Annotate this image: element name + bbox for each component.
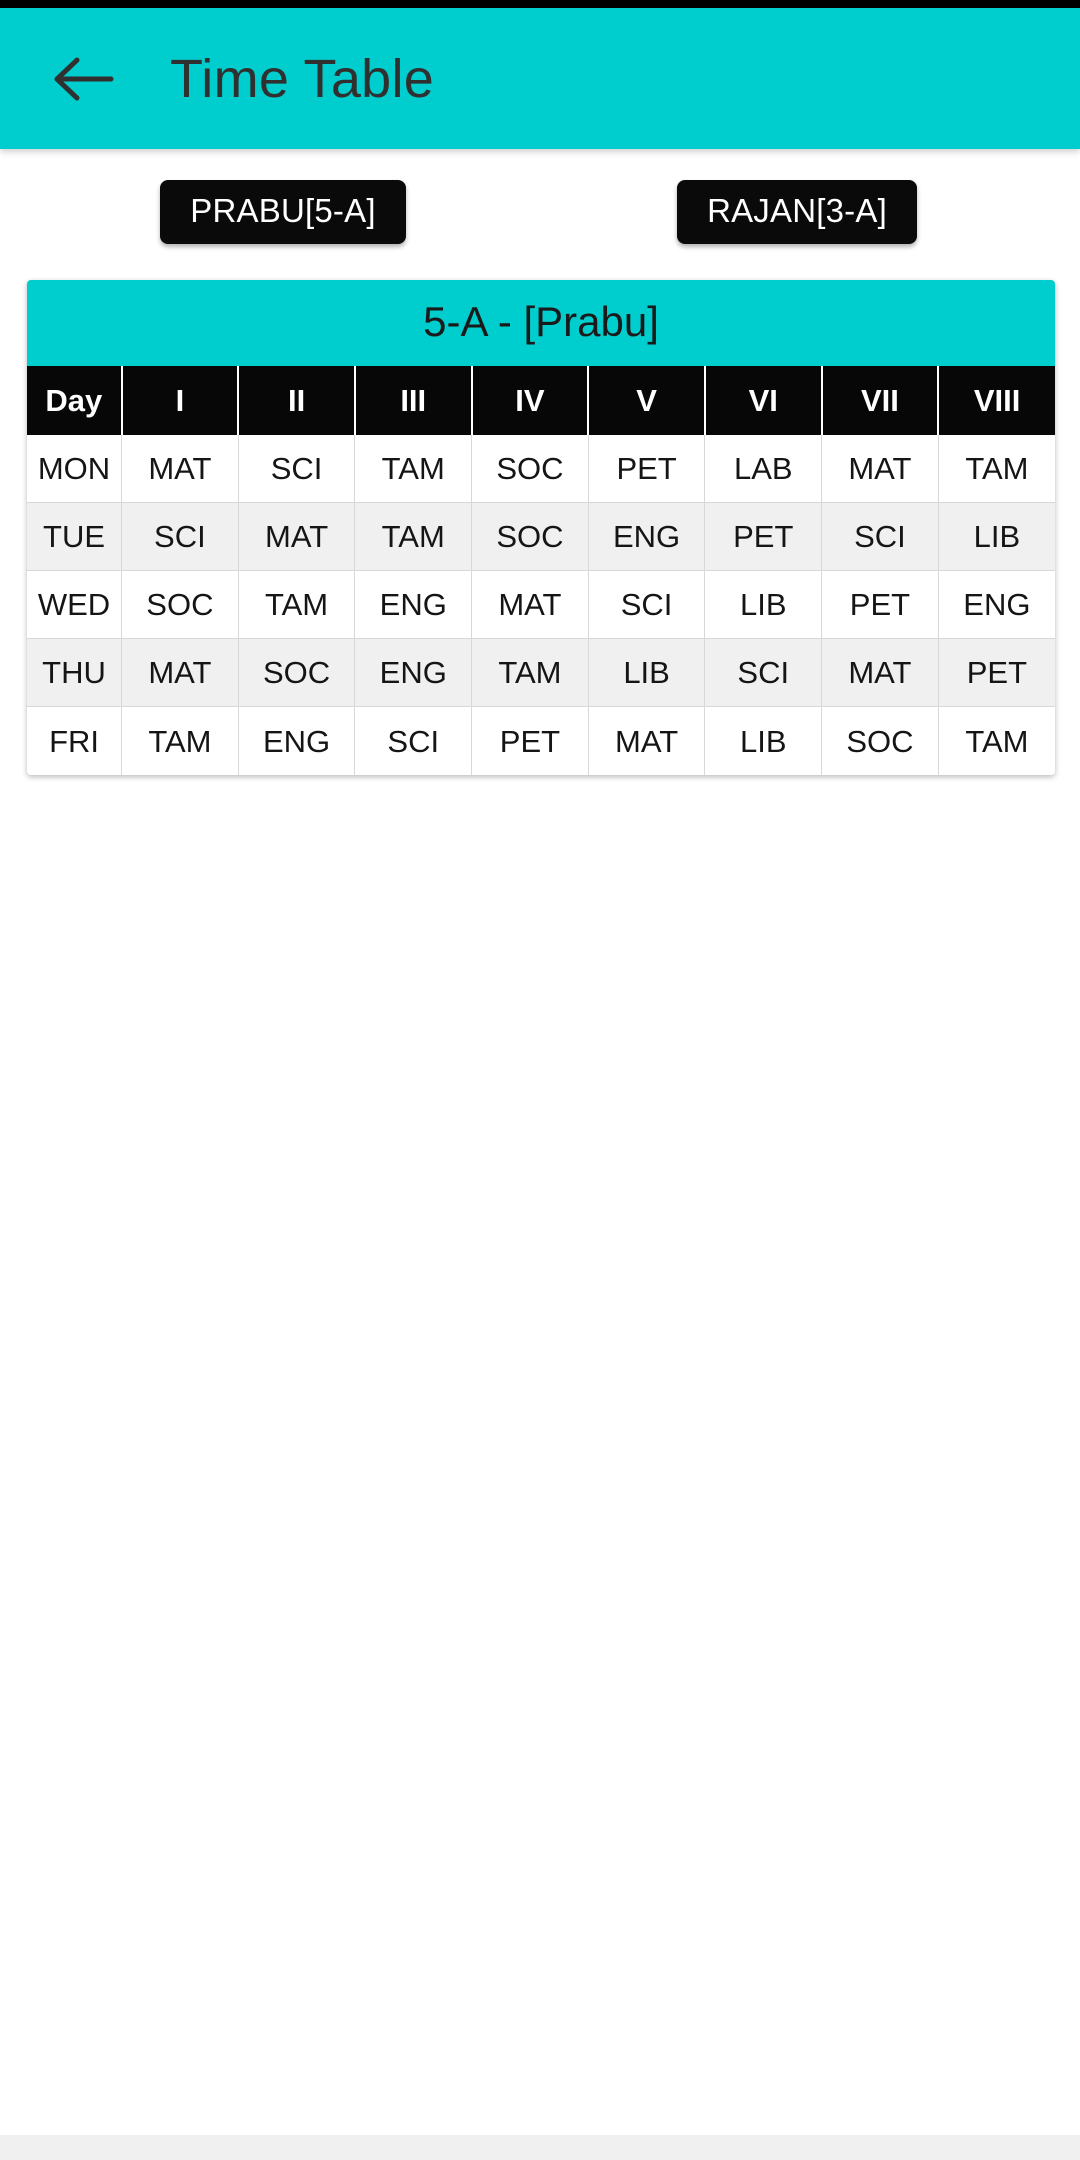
- period-cell: SCI: [238, 434, 356, 504]
- timetable-title: 5-A - [Prabu]: [27, 279, 1055, 366]
- period-cell: SCI: [704, 638, 823, 708]
- period-cell: SOC: [471, 434, 589, 504]
- period-cell: TAM: [354, 434, 473, 504]
- column-header-p5: V: [588, 365, 706, 435]
- period-cell: SOC: [238, 638, 356, 708]
- table-row: FRI TAM ENG SCI PET MAT LIB SOC TAM: [27, 706, 1055, 775]
- period-cell: SOC: [121, 570, 239, 640]
- period-cell: ENG: [938, 570, 1055, 640]
- column-header-p4: IV: [471, 365, 590, 435]
- content-area: PRABU[5-A] RAJAN[3-A] 5-A - [Prabu] Day …: [0, 149, 1080, 2160]
- period-cell: SCI: [354, 706, 473, 775]
- page-title: Time Table: [170, 48, 435, 109]
- column-header-p8: VIII: [938, 365, 1055, 435]
- column-header-p1: I: [121, 365, 240, 435]
- period-cell: PET: [821, 570, 939, 640]
- row-day-cell: TUE: [27, 502, 123, 572]
- period-cell: TAM: [471, 638, 589, 708]
- column-header-day: Day: [27, 365, 123, 435]
- app-bar: Time Table: [0, 8, 1080, 149]
- period-cell: LIB: [704, 706, 823, 775]
- period-cell: LIB: [704, 570, 823, 640]
- back-button[interactable]: [36, 31, 132, 127]
- period-cell: TAM: [121, 706, 239, 775]
- row-day-cell: THU: [27, 638, 123, 708]
- period-cell: TAM: [938, 434, 1055, 504]
- period-cell: LIB: [588, 638, 706, 708]
- column-header-p3: III: [354, 365, 473, 435]
- row-day-cell: WED: [27, 570, 123, 640]
- table-header-row: Day I II III IV V VI VII VIII: [27, 365, 1055, 435]
- table-row: THU MAT SOC ENG TAM LIB SCI MAT PET: [27, 638, 1055, 708]
- period-cell: MAT: [588, 706, 706, 775]
- period-cell: LAB: [704, 434, 823, 504]
- row-day-cell: FRI: [27, 706, 123, 775]
- timetable-header: Day I II III IV V VI VII VIII: [27, 365, 1055, 435]
- period-cell: PET: [704, 502, 823, 572]
- table-row: WED SOC TAM ENG MAT SCI LIB PET ENG: [27, 570, 1055, 640]
- period-cell: SOC: [471, 502, 589, 572]
- timetable-body: MON MAT SCI TAM SOC PET LAB MAT TAM TUE …: [27, 434, 1055, 775]
- period-cell: PET: [938, 638, 1055, 708]
- timetable-card: 5-A - [Prabu] Day I II III IV V VI VII V…: [27, 279, 1055, 775]
- row-day-cell: MON: [27, 434, 123, 504]
- app-screen: Time Table PRABU[5-A] RAJAN[3-A] 5-A - […: [0, 0, 1080, 2160]
- period-cell: ENG: [354, 570, 473, 640]
- period-cell: MAT: [238, 502, 356, 572]
- period-cell: ENG: [354, 638, 473, 708]
- period-cell: LIB: [938, 502, 1055, 572]
- period-cell: MAT: [121, 638, 239, 708]
- period-cell: PET: [588, 434, 706, 504]
- column-header-p7: VII: [821, 365, 940, 435]
- timetable-table: Day I II III IV V VI VII VIII MON MAT SC…: [27, 365, 1055, 775]
- column-header-p6: VI: [704, 365, 823, 435]
- period-cell: MAT: [821, 434, 939, 504]
- period-cell: SOC: [821, 706, 939, 775]
- period-cell: MAT: [121, 434, 239, 504]
- period-cell: MAT: [821, 638, 939, 708]
- period-cell: SCI: [588, 570, 706, 640]
- period-cell: TAM: [238, 570, 356, 640]
- system-navigation-bar: [0, 2135, 1080, 2160]
- table-row: MON MAT SCI TAM SOC PET LAB MAT TAM: [27, 434, 1055, 504]
- period-cell: PET: [471, 706, 589, 775]
- teacher-chip-row: PRABU[5-A] RAJAN[3-A]: [0, 180, 1080, 244]
- period-cell: SCI: [821, 502, 939, 572]
- period-cell: ENG: [588, 502, 706, 572]
- period-cell: MAT: [471, 570, 589, 640]
- period-cell: TAM: [938, 706, 1055, 775]
- arrow-left-icon: [53, 53, 115, 105]
- teacher-chip-prabu[interactable]: PRABU[5-A]: [160, 180, 406, 244]
- period-cell: ENG: [238, 706, 356, 775]
- period-cell: SCI: [121, 502, 239, 572]
- teacher-chip-rajan[interactable]: RAJAN[3-A]: [677, 180, 917, 244]
- status-bar: [0, 0, 1080, 8]
- period-cell: TAM: [354, 502, 473, 572]
- teacher-chip-cell: PRABU[5-A]: [26, 180, 540, 244]
- column-header-p2: II: [238, 365, 356, 435]
- table-row: TUE SCI MAT TAM SOC ENG PET SCI LIB: [27, 502, 1055, 572]
- teacher-chip-cell: RAJAN[3-A]: [540, 180, 1054, 244]
